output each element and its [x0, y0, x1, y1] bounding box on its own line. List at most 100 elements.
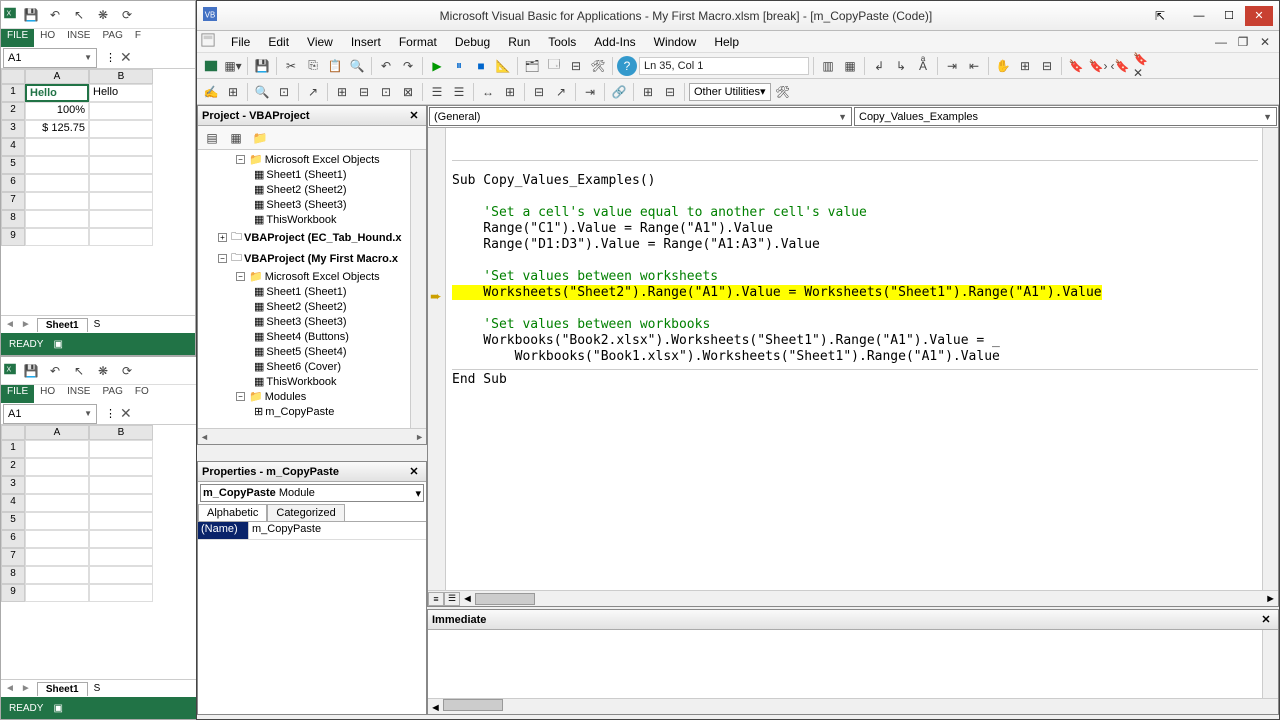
menu-format[interactable]: Format [391, 33, 445, 51]
insert-module-icon[interactable]: ▦▾ [223, 56, 243, 76]
property-name-value[interactable]: m_CopyPaste [248, 522, 426, 539]
settings-icon[interactable]: ❋ [93, 5, 113, 25]
project-tree[interactable]: −📁 Microsoft Excel Objects ▦ Sheet1 (She… [198, 150, 426, 426]
scrollbar-horizontal[interactable]: ◄ [428, 698, 1278, 714]
tb-icon-1[interactable]: ▥ [818, 56, 838, 76]
tb-icon-3[interactable]: ↲ [869, 56, 889, 76]
tab-page[interactable]: PAG [96, 29, 128, 47]
t2-icon-11[interactable]: ☰ [449, 82, 469, 102]
comment-icon[interactable]: ⊞ [1015, 56, 1035, 76]
cell-a2[interactable]: 100% [25, 102, 89, 120]
tb-icon-5[interactable]: Aͣ [913, 56, 933, 76]
cancel-icon[interactable]: ✕ [120, 49, 132, 66]
name-box[interactable]: A1▼ [3, 48, 97, 68]
procedure-dropdown[interactable]: Copy_Values_Examples▼ [854, 107, 1277, 126]
cell-b1[interactable]: Hello [89, 84, 153, 102]
run-icon[interactable]: ▶ [427, 56, 447, 76]
menu-addins[interactable]: Add-Ins [586, 33, 643, 51]
redo-icon[interactable]: ↷ [398, 56, 418, 76]
child-restore-button[interactable]: ❐ [1233, 32, 1253, 52]
cut-icon[interactable]: ✂ [281, 56, 301, 76]
t2-icon-8[interactable]: ⊡ [376, 82, 396, 102]
child-minimize-button[interactable]: — [1211, 32, 1231, 52]
save-icon[interactable]: 💾 [21, 361, 41, 381]
procedure-view-icon[interactable]: ≡ [428, 592, 444, 606]
clear-bookmark-icon[interactable]: 🔖✕ [1132, 56, 1152, 76]
toolbox-icon[interactable]: 🛠 [588, 56, 608, 76]
help-icon[interactable]: ? [617, 56, 637, 76]
sheet-nav-next[interactable]: ► [21, 683, 31, 694]
other-utilities-dropdown[interactable]: Other Utilities ▾ [689, 83, 771, 101]
tab-categorized[interactable]: Categorized [267, 504, 344, 521]
outdent-icon[interactable]: ⇤ [964, 56, 984, 76]
scrollbar-vertical[interactable] [1262, 630, 1278, 698]
t2-icon-10[interactable]: ☰ [427, 82, 447, 102]
object-selector[interactable]: m_CopyPaste Module▾ [200, 484, 424, 502]
project-explorer-icon[interactable]: 🗂 [522, 56, 542, 76]
view-excel-icon[interactable] [201, 56, 221, 76]
scrollbar-horizontal[interactable]: ◄► [198, 428, 426, 444]
undo-icon[interactable]: ↶ [45, 5, 65, 25]
maximize-button[interactable]: ☐ [1215, 6, 1243, 26]
t2-icon-16[interactable]: ⇥ [580, 82, 600, 102]
macro-record-icon[interactable]: ▣ [53, 703, 62, 714]
next-bookmark-icon[interactable]: 🔖› [1088, 56, 1108, 76]
tab-formulas[interactable]: FO [129, 385, 155, 403]
full-module-view-icon[interactable]: ☰ [444, 592, 460, 606]
reset-icon[interactable]: ■ [471, 56, 491, 76]
tab-insert[interactable]: INSE [61, 385, 96, 403]
code-text[interactable]: Sub Copy_Values_Examples() 'Set a cell's… [452, 132, 1258, 388]
property-name-key[interactable]: (Name) [198, 522, 248, 539]
t2-icon-12[interactable]: ↔ [478, 82, 498, 102]
t2-icon-19[interactable]: ⊟ [660, 82, 680, 102]
menu-debug[interactable]: Debug [447, 33, 498, 51]
child-window-icon[interactable] [201, 33, 215, 50]
save-icon[interactable]: 💾 [252, 56, 272, 76]
undo-icon[interactable]: ↶ [45, 361, 65, 381]
toggle-folders-icon[interactable]: 📁 [250, 128, 270, 148]
view-object-icon[interactable]: ▦ [226, 128, 246, 148]
sheet-tab[interactable]: Sheet1 [37, 318, 88, 332]
code-editor[interactable]: ➨ Sub Copy_Values_Examples() 'Set a cell… [428, 128, 1262, 590]
menu-run[interactable]: Run [500, 33, 538, 51]
view-code-icon[interactable]: ▤ [202, 128, 222, 148]
close-icon[interactable]: ✕ [1258, 612, 1274, 628]
minimize-button[interactable]: — [1185, 6, 1213, 26]
menu-edit[interactable]: Edit [260, 33, 297, 51]
tools-icon[interactable]: 🛠 [773, 82, 793, 102]
menu-window[interactable]: Window [646, 33, 705, 51]
cell-a3[interactable]: $ 125.75 [25, 120, 89, 138]
scrollbar-vertical[interactable] [410, 150, 426, 428]
object-browser-icon[interactable]: ⊟ [566, 56, 586, 76]
scrollbar-horizontal[interactable]: ≡ ☰ ◄ ► [428, 590, 1278, 606]
design-mode-icon[interactable]: 📐 [493, 56, 513, 76]
t2-icon-1[interactable]: ✍ [201, 82, 221, 102]
menu-insert[interactable]: Insert [343, 33, 389, 51]
menu-view[interactable]: View [299, 33, 341, 51]
tab-home[interactable]: HO [34, 385, 61, 403]
t2-icon-5[interactable]: ↗ [303, 82, 323, 102]
menu-help[interactable]: Help [706, 33, 747, 51]
margin-indicator[interactable]: ➨ [428, 128, 446, 590]
t2-icon-6[interactable]: ⊞ [332, 82, 352, 102]
close-icon[interactable]: ✕ [406, 464, 422, 480]
save-icon[interactable]: 💾 [21, 5, 41, 25]
prev-bookmark-icon[interactable]: ‹🔖 [1110, 56, 1130, 76]
bookmark-icon[interactable]: 🔖 [1066, 56, 1086, 76]
uncomment-icon[interactable]: ⊟ [1037, 56, 1057, 76]
refresh-icon[interactable]: ⟳ [117, 361, 137, 381]
tab-formulas[interactable]: F [129, 29, 147, 47]
object-dropdown[interactable]: (General)▼ [429, 107, 852, 126]
tab-insert[interactable]: INSE [61, 29, 96, 47]
copy-icon[interactable]: ⎘ [303, 56, 323, 76]
tab-page[interactable]: PAG [96, 385, 128, 403]
t2-icon-3[interactable]: 🔍 [252, 82, 272, 102]
child-close-button[interactable]: ✕ [1255, 32, 1275, 52]
pointer-icon[interactable]: ↖ [69, 5, 89, 25]
indent-icon[interactable]: ⇥ [942, 56, 962, 76]
refresh-icon[interactable]: ⟳ [117, 5, 137, 25]
immediate-input[interactable] [428, 630, 1262, 698]
tb-icon-2[interactable]: ▦ [840, 56, 860, 76]
t2-icon-13[interactable]: ⊞ [500, 82, 520, 102]
t2-icon-15[interactable]: ↗ [551, 82, 571, 102]
